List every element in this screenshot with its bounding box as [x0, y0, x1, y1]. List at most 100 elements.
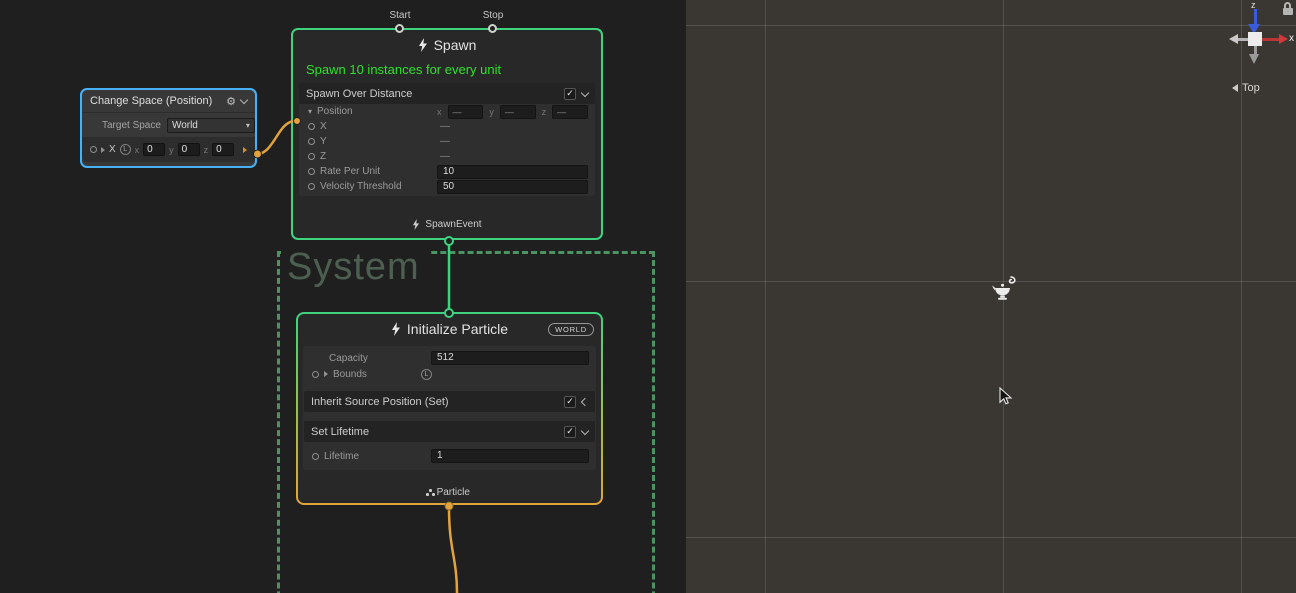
spawn-event-output: SpawnEvent: [293, 219, 601, 230]
block-title: Spawn Over Distance: [306, 88, 412, 100]
flow-input-stop-label: Stop: [463, 10, 523, 21]
input-port[interactable]: [308, 123, 315, 130]
arrow-left-icon: [1232, 84, 1238, 92]
chevron-down-icon[interactable]: [240, 96, 248, 104]
space-badge-local[interactable]: L: [421, 369, 432, 380]
input-port[interactable]: [312, 371, 319, 378]
axis-z-label: z: [542, 107, 547, 117]
spawn-node-header[interactable]: Spawn: [293, 30, 601, 60]
grid-line: [686, 537, 1296, 538]
vfx-graph-canvas[interactable]: System Start Stop Spawn Spawn 10 instanc…: [0, 0, 686, 593]
grid-line: [686, 281, 1296, 282]
flow-output-label: Particle: [437, 487, 470, 498]
rate-per-unit-field[interactable]: 10: [437, 165, 588, 179]
property-label: Lifetime: [324, 451, 359, 462]
initialize-node-title: Initialize Particle: [407, 321, 508, 337]
input-port[interactable]: [308, 138, 315, 145]
property-row-bounds: Bounds L: [303, 366, 596, 382]
lifetime-field[interactable]: 1: [431, 449, 589, 463]
edge-change-space-to-spawn[interactable]: [257, 121, 295, 154]
world-space-badge[interactable]: WORLD: [548, 323, 594, 336]
spawn-context-node[interactable]: Spawn Spawn 10 instances for every unit …: [291, 28, 603, 240]
velocity-threshold-field[interactable]: 50: [437, 180, 588, 194]
gizmo-x-label[interactable]: x: [1289, 33, 1294, 44]
block-enabled-checkbox[interactable]: ✓: [564, 88, 576, 100]
scene-view[interactable]: z x Top: [686, 0, 1296, 593]
position-z-field[interactable]: —: [552, 105, 588, 119]
left-axis-cone[interactable]: [1229, 34, 1238, 44]
gizmo-center-cube[interactable]: [1248, 32, 1262, 46]
change-space-node[interactable]: Change Space (Position) ⚙ Target Space W…: [80, 88, 257, 168]
initialize-particle-node[interactable]: Initialize Particle WORLD Capacity 512 B…: [296, 312, 603, 505]
view-orientation-label[interactable]: Top: [1232, 82, 1260, 94]
property-label: Rate Per Unit: [320, 166, 380, 177]
chevron-left-icon[interactable]: [581, 397, 589, 405]
output-triangle-icon: [243, 147, 247, 153]
chevron-down-icon: ▾: [246, 121, 250, 130]
axis-x-label: x: [135, 145, 140, 155]
flow-input-start-label: Start: [370, 10, 430, 21]
target-space-dropdown[interactable]: World ▾: [167, 118, 255, 133]
mouse-cursor: [999, 387, 1013, 407]
foldout-triangle-icon[interactable]: ▾: [308, 108, 312, 116]
chevron-down-icon[interactable]: [581, 88, 589, 96]
input-port[interactable]: [90, 146, 97, 153]
block-enabled-checkbox[interactable]: ✓: [564, 426, 576, 438]
block-set-lifetime[interactable]: Set Lifetime ✓: [304, 421, 595, 442]
lightning-icon: [412, 219, 420, 230]
value-y: —: [440, 136, 450, 147]
value-z: —: [440, 151, 450, 162]
input-port[interactable]: [308, 153, 315, 160]
z-value-field[interactable]: 0: [212, 143, 234, 156]
property-row-position: ▾ Position x — y — z —: [299, 104, 595, 119]
property-row-z: Z —: [299, 149, 595, 164]
space-badge-local[interactable]: L: [120, 144, 131, 155]
x-axis-cone[interactable]: [1279, 34, 1288, 44]
property-label: X: [320, 121, 327, 132]
left-axis-shaft: [1238, 38, 1248, 41]
x-value-field[interactable]: 0: [143, 143, 165, 156]
property-row-velocity-threshold: Velocity Threshold 50: [299, 179, 595, 194]
expander-triangle-icon[interactable]: [101, 147, 105, 153]
change-space-header[interactable]: Change Space (Position) ⚙: [82, 90, 255, 113]
position-y-field[interactable]: —: [500, 105, 536, 119]
y-value-field[interactable]: 0: [178, 143, 200, 156]
grid-line: [686, 25, 1296, 26]
property-label: Capacity: [329, 353, 368, 364]
axis-y-label: y: [489, 107, 494, 117]
input-port[interactable]: [308, 183, 315, 190]
vfx-gizmo-icon[interactable]: [992, 275, 1018, 303]
down-axis-cone[interactable]: [1249, 54, 1259, 64]
chevron-down-icon[interactable]: [581, 426, 589, 434]
property-label: Velocity Threshold: [320, 181, 402, 192]
change-space-io-row: X L x 0 y 0 z 0: [82, 137, 255, 162]
input-port[interactable]: [312, 453, 319, 460]
expander-triangle-icon[interactable]: [324, 371, 328, 377]
spawn-node-note: Spawn 10 instances for every unit: [293, 60, 601, 83]
capacity-field[interactable]: 512: [431, 351, 589, 365]
property-row-capacity: Capacity 512: [303, 350, 596, 366]
dropdown-value: World: [172, 120, 242, 131]
block-enabled-checkbox[interactable]: ✓: [564, 396, 576, 408]
flow-input-start-port[interactable]: [395, 24, 404, 33]
flow-input-stop-port[interactable]: [488, 24, 497, 33]
property-label: Bounds: [333, 369, 367, 380]
position-x-field[interactable]: —: [448, 105, 484, 119]
property-row-lifetime: Lifetime 1: [303, 448, 596, 464]
axis-x-label: x: [437, 107, 442, 117]
property-label: Position: [317, 106, 353, 117]
block-title: Inherit Source Position (Set): [311, 396, 449, 408]
spawn-node-title: Spawn: [434, 37, 477, 53]
block-spawn-over-distance[interactable]: Spawn Over Distance ✓: [299, 83, 595, 104]
input-port[interactable]: [308, 168, 315, 175]
block-inherit-source-position[interactable]: Inherit Source Position (Set) ✓: [304, 391, 595, 412]
target-space-label: Target Space: [102, 120, 161, 131]
lightning-icon: [391, 322, 401, 336]
system-group-label[interactable]: System: [281, 246, 430, 293]
lock-icon[interactable]: [1283, 2, 1294, 15]
axis-y-label: y: [169, 145, 174, 155]
property-row-rate-per-unit: Rate Per Unit 10: [299, 164, 595, 179]
axis-z-label: z: [204, 145, 209, 155]
property-label: Z: [320, 151, 326, 162]
gear-icon[interactable]: ⚙: [226, 95, 236, 108]
